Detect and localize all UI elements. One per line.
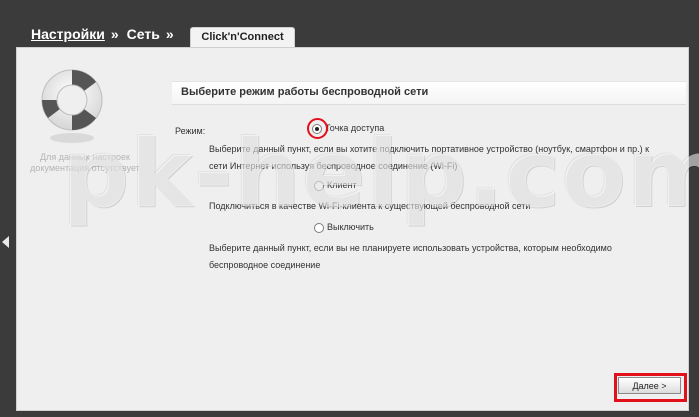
breadcrumb-settings-link[interactable]: Настройки (31, 26, 105, 42)
section-title: Выберите режим работы беспроводной сети (181, 86, 429, 98)
option-description: Выберите данный пункт, если вы не планир… (209, 243, 612, 270)
breadcrumb: Настройки » Сеть » (31, 26, 182, 42)
breadcrumb-network-link[interactable]: Сеть (127, 26, 160, 42)
next-button[interactable]: Далее > (618, 377, 681, 394)
breadcrumb-separator: » (165, 26, 174, 42)
tab-click-n-connect[interactable]: Click'n'Connect (190, 27, 295, 49)
watermark: pk-help.com (62, 120, 699, 229)
breadcrumb-separator: » (110, 26, 119, 42)
collapse-arrow-icon[interactable] (2, 236, 9, 248)
section-header: Выберите режим работы беспроводной сети (172, 81, 686, 105)
